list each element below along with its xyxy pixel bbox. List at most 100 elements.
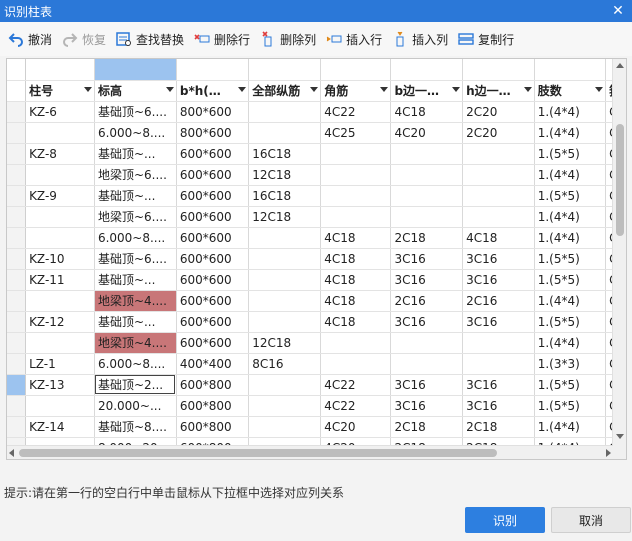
table-cell[interactable]: 3C16 [390,269,464,291]
table-cell[interactable]: 600*800 [176,374,250,396]
column-header[interactable]: 角筋 [320,80,392,102]
table-cell[interactable]: KZ-6 [25,101,95,123]
table-cell[interactable] [248,395,322,417]
table-cell[interactable]: 2C16 [390,290,464,312]
table-cell[interactable]: 2C16 [462,290,535,312]
redo-button[interactable]: 恢复 [62,26,106,52]
scroll-up-icon[interactable] [616,63,624,68]
table-cell[interactable] [25,332,95,354]
column-header[interactable]: b边一… [390,80,464,102]
insert-row-button[interactable]: 插入行 [326,26,382,52]
table-cell[interactable]: 地梁顶~4.... [94,332,177,354]
table-cell[interactable]: 1.(4*4) [534,227,607,249]
table-cell[interactable]: 8C16 [248,353,322,375]
table-cell[interactable]: KZ-11 [25,269,95,291]
table-cell[interactable]: 2C18 [390,227,464,249]
table-cell[interactable] [248,122,322,144]
table-cell[interactable] [462,164,535,186]
table-cell[interactable] [25,122,95,144]
table-cell[interactable]: 6.000~8.... [94,353,177,375]
table-cell[interactable]: 1.(5*5) [534,143,607,165]
table-cell[interactable]: 4C25 [320,122,392,144]
close-icon[interactable]: ✕ [604,0,632,22]
cancel-button[interactable]: 取消 [551,507,631,533]
table-cell[interactable] [25,206,95,228]
table-cell[interactable] [248,269,322,291]
table-cell[interactable]: 1.(5*5) [534,374,607,396]
table-cell[interactable]: 600*600 [176,332,250,354]
scroll-down-icon[interactable] [616,434,624,439]
row-header[interactable] [7,248,27,270]
column-selector-cell[interactable] [248,59,322,81]
dropdown-arrow-icon[interactable] [165,86,174,92]
table-cell[interactable] [390,185,464,207]
table-cell[interactable]: 1.(5*5) [534,269,607,291]
table-cell[interactable]: 2C18 [390,416,464,438]
row-header[interactable] [7,143,27,165]
table-cell[interactable]: 3C16 [390,248,464,270]
table-cell[interactable]: 4C18 [320,269,392,291]
table-cell[interactable]: 3C16 [462,248,535,270]
dropdown-arrow-icon[interactable] [523,86,532,92]
row-header[interactable] [7,416,27,438]
table-cell[interactable]: 1.(4*4) [534,122,607,144]
table-cell[interactable] [390,206,464,228]
table-cell[interactable]: 600*600 [176,227,250,249]
column-header[interactable]: b*h(… [176,80,250,102]
table-cell[interactable] [462,185,535,207]
table-cell[interactable]: 800*600 [176,122,250,144]
table-cell[interactable]: 600*600 [176,143,250,165]
insert-column-button[interactable]: 插入列 [392,26,448,52]
table-cell[interactable] [390,143,464,165]
dropdown-arrow-icon[interactable] [238,86,247,92]
row-header[interactable] [7,206,27,228]
table-cell[interactable]: 16C18 [248,143,322,165]
row-header[interactable] [7,185,27,207]
row-header[interactable] [7,101,27,123]
table-cell[interactable] [248,248,322,270]
table-cell[interactable]: KZ-14 [25,416,95,438]
table-cell[interactable] [25,227,95,249]
row-header[interactable] [7,164,27,186]
table-cell[interactable]: 600*800 [176,416,250,438]
table-cell[interactable]: 1.(4*4) [534,416,607,438]
table-cell[interactable]: 1.(4*4) [534,101,607,123]
table-cell[interactable]: KZ-9 [25,185,95,207]
table-cell[interactable]: 400*400 [176,353,250,375]
table-cell[interactable]: 基础顶~2... [94,374,177,396]
table-cell[interactable] [25,395,95,417]
table-cell[interactable] [462,143,535,165]
row-header[interactable] [7,227,27,249]
table-cell[interactable]: 地梁顶~6.... [94,164,177,186]
row-header[interactable] [7,59,27,81]
column-header[interactable]: 标高 [94,80,177,102]
table-cell[interactable]: LZ-1 [25,353,95,375]
row-header[interactable] [7,374,27,396]
table-cell[interactable] [390,332,464,354]
table-cell[interactable] [248,374,322,396]
table-cell[interactable]: 基础顶~... [94,185,177,207]
table-cell[interactable]: 6.000~8.... [94,227,177,249]
table-cell[interactable] [320,164,392,186]
horizontal-scrollbar[interactable] [7,445,613,459]
table-cell[interactable]: 4C18 [462,227,535,249]
column-selector-cell[interactable] [534,59,607,81]
table-cell[interactable] [25,164,95,186]
row-header[interactable] [7,122,27,144]
table-cell[interactable]: 基础顶~... [94,269,177,291]
row-header[interactable] [7,353,27,375]
table-cell[interactable] [248,290,322,312]
table-cell[interactable] [462,206,535,228]
table-cell[interactable] [248,101,322,123]
table-cell[interactable] [462,353,535,375]
column-selector-cell[interactable] [94,59,177,81]
table-cell[interactable]: KZ-8 [25,143,95,165]
table-cell[interactable]: 1.(5*5) [534,248,607,270]
table-cell[interactable]: 1.(5*5) [534,311,607,333]
row-header[interactable] [7,332,27,354]
column-header[interactable]: 柱号 [25,80,95,102]
dropdown-arrow-icon[interactable] [452,86,461,92]
table-cell[interactable] [320,206,392,228]
table-cell[interactable] [248,311,322,333]
table-cell[interactable] [320,332,392,354]
